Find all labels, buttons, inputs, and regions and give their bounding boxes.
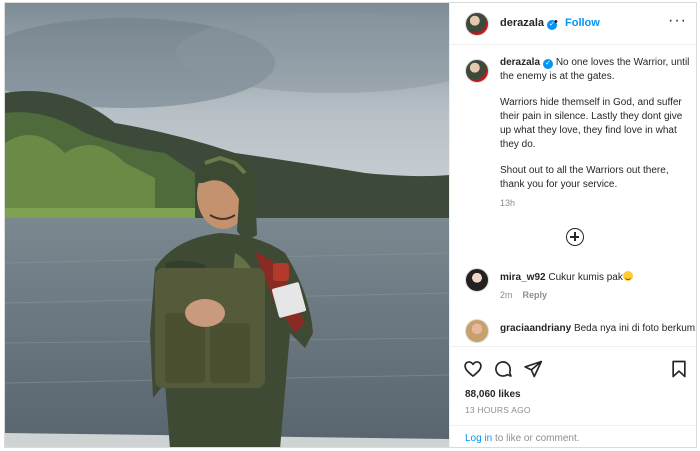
post-dialog: derazala ✓ • Follow ··· derazala ✓ No one … (4, 2, 697, 448)
heart-icon[interactable] (463, 359, 483, 379)
post-photo[interactable] (5, 3, 449, 447)
plus-circle-icon[interactable] (566, 228, 584, 246)
caption-avatar[interactable] (465, 59, 489, 83)
commenter-avatar[interactable] (465, 319, 489, 343)
comment-meta: 2m Reply (500, 290, 547, 300)
post-side-panel: derazala ✓ • Follow ··· derazala ✓ No one … (449, 3, 696, 447)
author-username[interactable]: derazala ✓ (500, 17, 558, 30)
header-separator: • (554, 16, 558, 28)
login-prompt: Log in to like or comment. (450, 425, 696, 447)
caption-paragraph-2: Warriors hide themself in God, and suffe… (500, 97, 683, 150)
comment-text: graciaandriany Beda nya ini di foto berk… (500, 323, 695, 334)
post-photo-image (5, 3, 449, 447)
bookmark-icon[interactable] (669, 359, 689, 379)
verified-badge-icon: ✓ (543, 59, 554, 69)
caption-text: derazala ✓ No one loves the Warrior, unti… (500, 56, 695, 204)
post-actions: 88,060 likes 13 HOURS AGO Log in to like… (450, 346, 696, 447)
comment-text: mira_w92 Cukur kumis pak (500, 271, 695, 285)
smiling-face-emoji-icon (622, 271, 633, 281)
login-prompt-text: to like or comment. (492, 433, 580, 444)
caption-paragraph-3: Shout out to all the Warriors out there,… (500, 165, 669, 190)
share-icon[interactable] (523, 359, 543, 379)
comment-time: 2m (500, 290, 513, 300)
commenter-username[interactable]: graciaandriany (500, 323, 571, 334)
post-header: derazala ✓ • Follow ··· (450, 3, 696, 45)
likes-count[interactable]: 88,060 likes (465, 389, 521, 400)
comment-icon[interactable] (493, 359, 513, 379)
commenter-username[interactable]: mira_w92 (500, 272, 546, 283)
more-options-icon[interactable]: ··· (668, 13, 687, 29)
author-avatar[interactable] (465, 12, 489, 36)
login-link[interactable]: Log in (465, 433, 492, 444)
caption-timestamp: 13h (500, 198, 516, 208)
follow-button[interactable]: Follow (565, 17, 600, 29)
reply-button[interactable]: Reply (523, 290, 548, 300)
post-timestamp: 13 HOURS AGO (465, 405, 531, 415)
caption-username[interactable]: derazala (500, 57, 540, 68)
commenter-avatar[interactable] (465, 268, 489, 292)
